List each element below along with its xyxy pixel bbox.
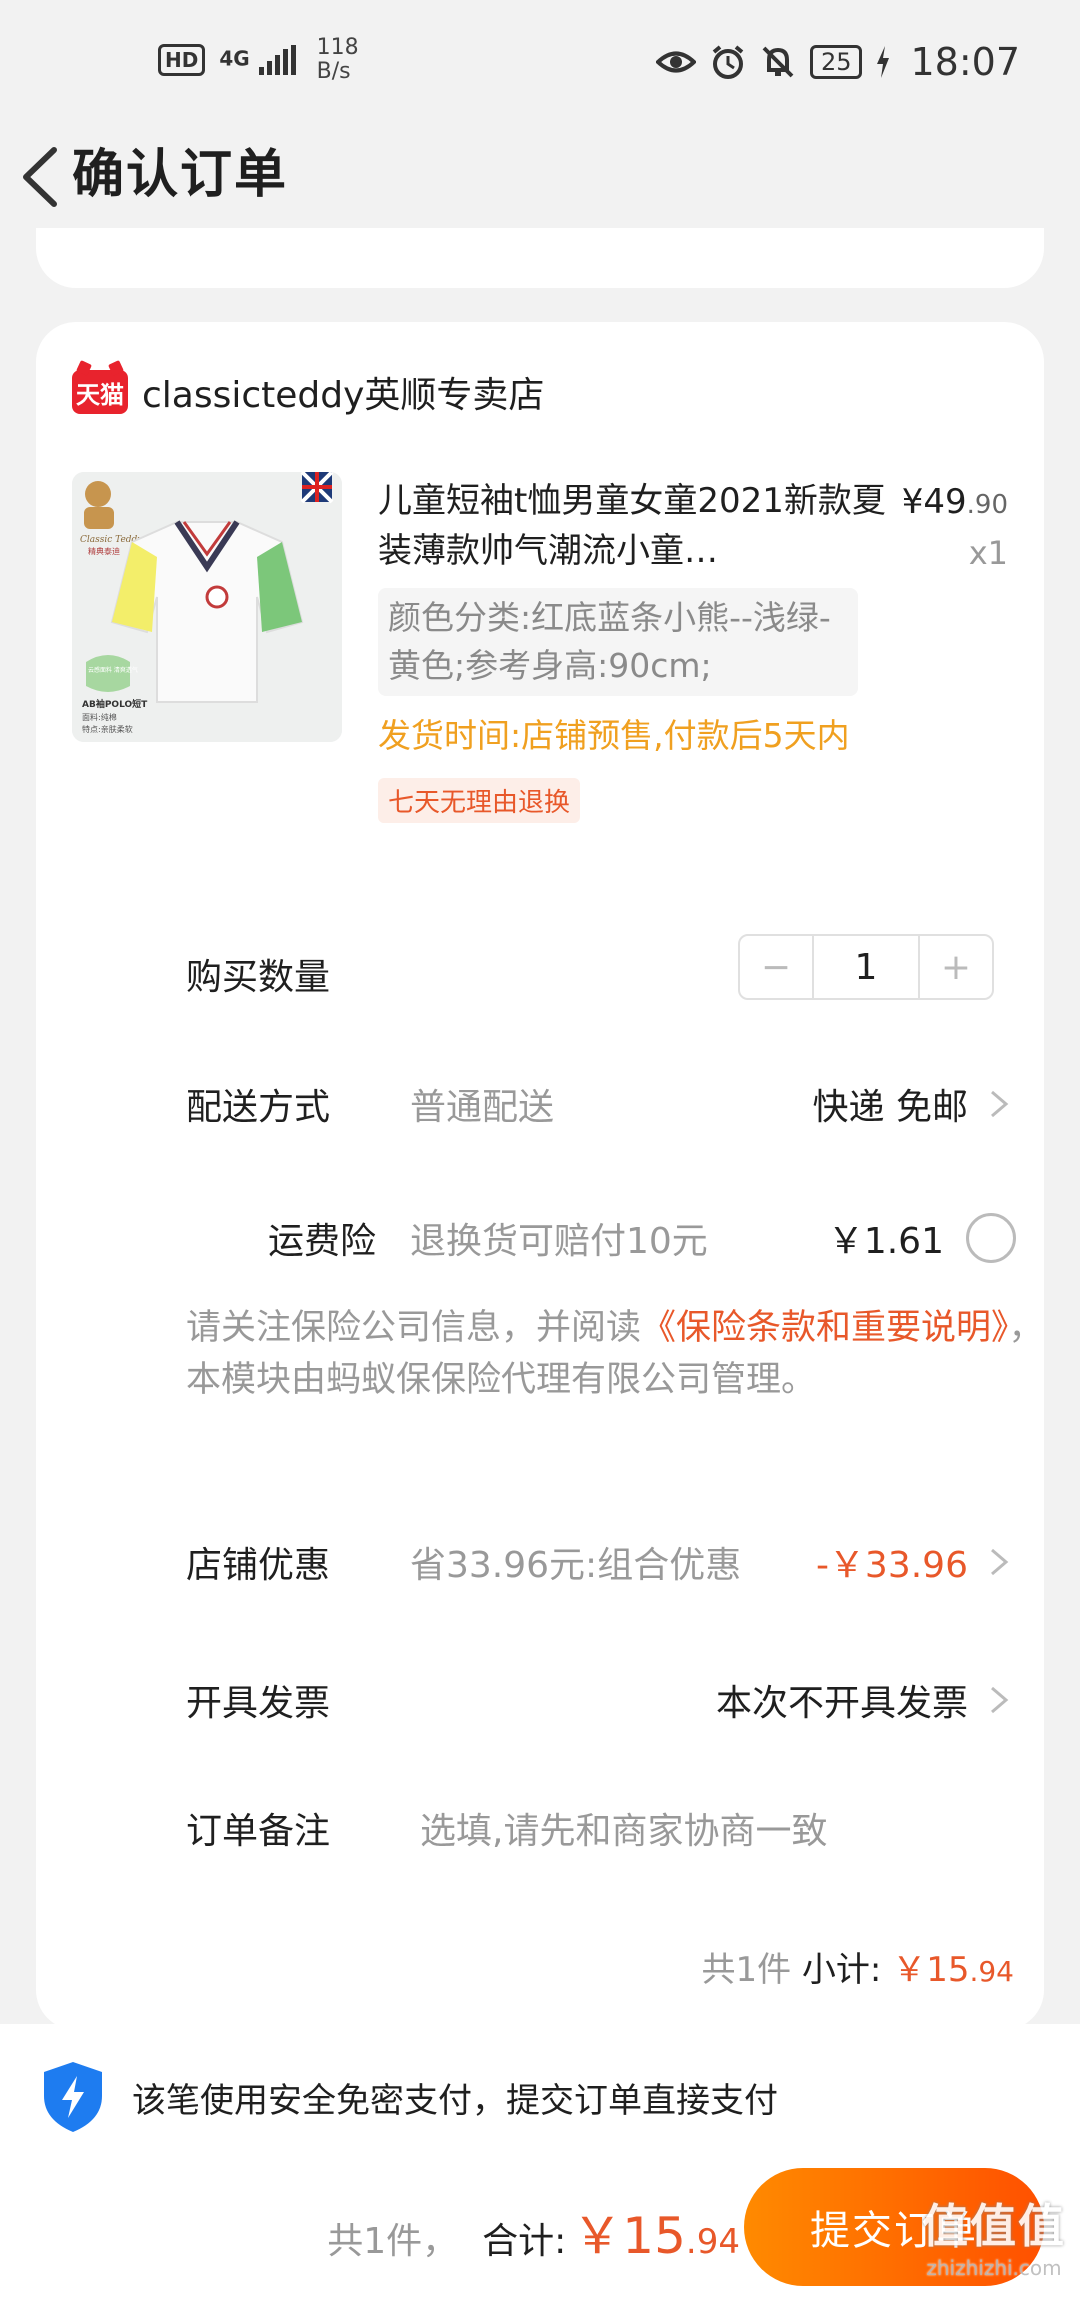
checkout-bar: 该笔使用安全免密支付，提交订单直接支付 共1件， 合计: ￥15.94 提交订单… [0,2024,1080,2310]
shop-name: classicteddy英顺专卖店 [142,375,545,416]
order-total: 共1件， 合计: ￥15.94 [327,2196,740,2268]
page-title: 确认订单 [72,145,289,205]
eye-icon [655,51,696,73]
product-line2-text: 面料:纯棉 [82,712,117,722]
total-count: 共1件， [327,2221,459,2262]
net-speed-unit: B/s [316,59,351,84]
watermark-logo: 值值值 [922,2199,1066,2253]
delivery-label: 配送方式 [186,1087,331,1128]
insurance-terms-link[interactable]: 《保险条款和重要说明》 [641,1308,1009,1348]
product-price: ¥49.90 [902,482,1008,522]
secure-pay-text: 该笔使用安全免密支付，提交订单直接支付 [132,2080,778,2121]
total-int: ￥15 [572,2207,686,2265]
product-line3-text: 特点:亲肤柔软 [82,724,133,734]
network-indicator: 4G [219,45,296,75]
invoice-value: 本次不开具发票 [715,1683,968,1724]
quantity-stepper: − 1 + [738,934,994,1000]
product-info: 儿童短袖t恤男童女童2021新款夏装薄款帅气潮流小童… 颜色分类:红底蓝条小熊-… [378,476,898,823]
watermark-url: zhizhizhi.com [926,2256,1062,2280]
status-left: HD 4G 118 B/s [158,36,359,84]
price-decimal: .90 [966,490,1008,520]
subtotal-count: 共1件 [701,1950,792,1990]
insurance-label: 运费险 [267,1221,376,1262]
product-badge-text: 云感面料 清爽透气 [88,666,138,674]
subtotal-label: 小计: [801,1950,882,1990]
remark-row: 订单备注 选填,请先和商家协商一致 [186,1788,1016,1868]
subtotal-dec: .94 [969,1955,1014,1988]
subtotal: 共1件 小计: ￥15.94 [701,1942,1014,1991]
remark-label: 订单备注 [186,1811,331,1852]
secure-pay-notice: 该笔使用安全免密支付，提交订单直接支付 [40,2060,778,2134]
status-bar: HD 4G 118 B/s 25 18:07 [0,0,1080,120]
notice-pre: 请关注保险公司信息，并阅读 [186,1308,642,1348]
back-icon[interactable] [14,142,74,212]
chevron-right-icon [991,1686,1009,1714]
product-illustration: Classic Teddy 精典泰迪 云感面料 清爽透气 AB袖POLO短T 面… [72,472,342,742]
product-sku[interactable]: 颜色分类:红底蓝条小熊--浅绿-黄色;参考身高:90cm; [378,588,858,696]
hd-indicator: HD [158,44,206,76]
tmall-logo: 天猫 [72,370,128,414]
insurance-notice: 请关注保险公司信息，并阅读《保险条款和重要说明》，本模块由蚂蚁保保险代理有限公司… [186,1302,1046,1406]
signal-icon [258,45,296,75]
product-quantity: x1 [968,534,1008,572]
delivery-value: 快递 免邮 [812,1087,968,1128]
page-header: 确认订单 [0,120,1080,232]
invoice-row[interactable]: 开具发票 本次不开具发票 [186,1660,1016,1740]
quantity-minus-button[interactable]: − [740,936,812,998]
invoice-label: 开具发票 [186,1683,331,1724]
shop-header[interactable]: 天猫 classicteddy英顺专卖店 [72,366,544,418]
delivery-sub: 普通配送 [410,1087,555,1128]
chevron-right-icon [991,1548,1009,1576]
chevron-right-icon [991,1090,1009,1118]
quantity-label: 购买数量 [186,957,331,998]
clock: 18:07 [910,40,1020,84]
return-policy-tag: 七天无理由退换 [378,778,581,823]
order-card: 天猫 classicteddy英顺专卖店 Classic Teddy 精典泰迪 … [36,322,1044,2030]
insurance-price: ￥1.61 [827,1221,944,1262]
net-speed-value: 118 [316,35,359,60]
net-speed: 118 B/s [317,36,359,84]
subtotal-int: ￥15 [892,1950,970,1990]
alarm-icon [712,45,744,79]
shield-icon [44,2062,102,2132]
charging-icon [877,46,890,78]
product-line1-text: AB袖POLO短T [82,698,148,710]
remark-input[interactable]: 选填,请先和商家协商一致 [420,1802,1016,1854]
tmall-logo-label: 天猫 [76,380,124,409]
price-integer: ¥49 [901,482,967,522]
previous-card-bottom [36,228,1044,288]
total-label: 合计: [482,2221,567,2262]
product-image[interactable]: Classic Teddy 精典泰迪 云感面料 清爽透气 AB袖POLO短T 面… [72,472,342,742]
total-dec: .94 [685,2222,740,2262]
site-watermark: 值值值 zhizhizhi.com [922,2190,1066,2280]
total-amount: ￥15.94 [572,2196,740,2268]
discount-sub: 省33.96元:组合优惠 [410,1545,742,1586]
delivery-row[interactable]: 配送方式 普通配送 快递 免邮 [186,1064,1016,1144]
battery-indicator: 25 [809,45,863,79]
discount-label: 店铺优惠 [186,1545,331,1586]
product-title[interactable]: 儿童短袖t恤男童女童2021新款夏装薄款帅气潮流小童… [378,476,898,576]
ship-time: 发货时间:店铺预售,付款后5天内 [378,716,850,755]
discount-row[interactable]: 店铺优惠 省33.96元:组合优惠 -￥33.96 [186,1522,1016,1602]
discount-value: -￥33.96 [815,1545,968,1586]
status-right: 25 18:07 [655,40,1020,84]
quantity-input[interactable]: 1 [812,936,920,998]
insurance-sub: 退换货可赔付10元 [410,1221,708,1262]
mute-icon [762,46,794,78]
product-brand-cn-text: 精典泰迪 [88,546,120,556]
quantity-plus-button[interactable]: + [920,936,992,998]
insurance-row: 运费险 退换货可赔付10元 ￥1.61 [186,1198,1016,1278]
subtotal-amount: ￥15.94 [892,1950,1014,1990]
insurance-radio[interactable] [966,1213,1016,1263]
network-label: 4G [219,46,250,71]
